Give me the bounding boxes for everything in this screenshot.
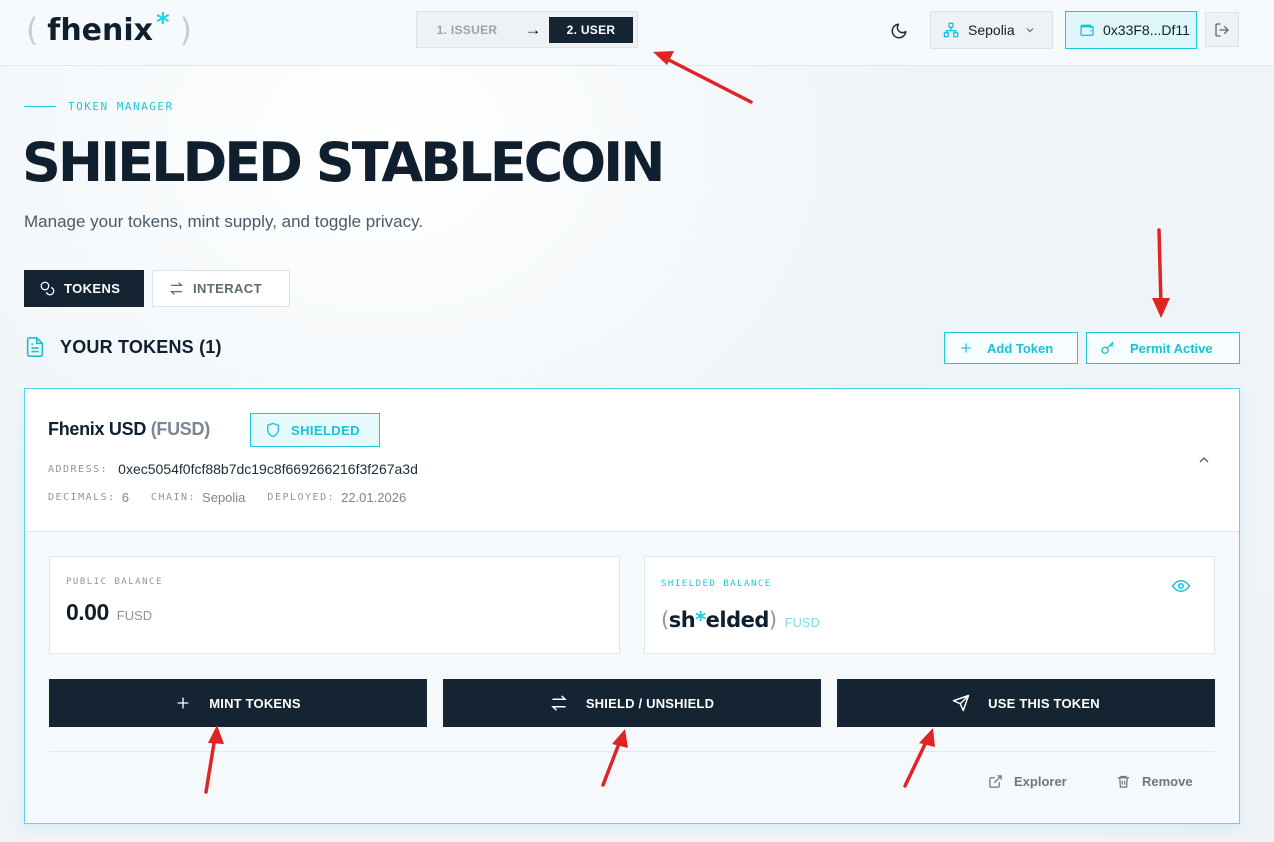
logo-word: fhenix bbox=[47, 12, 154, 48]
top-bar: ( fhenix * ) 1. ISSUER → 2. USER Sepolia… bbox=[0, 0, 1274, 66]
explorer-link[interactable]: Explorer bbox=[988, 774, 1067, 789]
main-content: TOKEN MANAGER SHIELDED STABLECOIN Manage… bbox=[0, 66, 1274, 842]
chevron-down-icon bbox=[1026, 28, 1034, 33]
network-selector[interactable]: Sepolia bbox=[930, 11, 1053, 49]
logo-star: * bbox=[155, 8, 171, 38]
shield-unshield-button[interactable]: SHIELD / UNSHIELD bbox=[443, 679, 821, 727]
step-arrow: → bbox=[524, 19, 542, 39]
trash-icon bbox=[1117, 775, 1130, 788]
wallet-icon bbox=[1080, 24, 1094, 36]
token-address-row: ADDRESS: 0xec5054f0fcf88b7dc19c8f6692662… bbox=[48, 461, 418, 477]
eyebrow-line bbox=[24, 106, 56, 107]
token-name: Fhenix USD bbox=[48, 419, 147, 439]
key-icon bbox=[1101, 341, 1114, 354]
collapse-button[interactable] bbox=[1193, 449, 1215, 471]
page-title: SHIELDED STABLECOIN bbox=[22, 131, 665, 194]
token-title: Fhenix USD (FUSD) bbox=[48, 419, 210, 440]
step-user[interactable]: 2. USER bbox=[549, 17, 633, 43]
shielded-balance-row: (sh*elded) FUSD bbox=[661, 608, 820, 632]
deployed-label: DEPLOYED: bbox=[267, 492, 336, 503]
tab-tokens-label: TOKENS bbox=[64, 281, 121, 296]
mint-tokens-button[interactable]: MINT TOKENS bbox=[49, 679, 427, 727]
mint-tokens-label: MINT TOKENS bbox=[209, 695, 301, 711]
moon-icon bbox=[891, 23, 907, 39]
network-label: Sepolia bbox=[968, 22, 1015, 38]
use-this-token-label: USE THIS TOKEN bbox=[988, 695, 1100, 711]
remove-label: Remove bbox=[1142, 774, 1193, 789]
page-eyebrow: TOKEN MANAGER bbox=[24, 100, 174, 113]
wallet-address: 0x33F8...Df11 bbox=[1103, 22, 1190, 38]
token-symbol: (FUSD) bbox=[150, 419, 210, 439]
tokens-section-header: YOUR TOKENS (1) bbox=[24, 336, 222, 358]
deployed-item: DEPLOYED: 22.01.2026 bbox=[267, 490, 406, 505]
token-address[interactable]: 0xec5054f0fcf88b7dc19c8f669266216f3f267a… bbox=[118, 461, 418, 477]
chain-label: CHAIN: bbox=[150, 492, 197, 503]
shielded-badge-label: SHIELDED bbox=[291, 422, 360, 438]
plus-icon bbox=[177, 697, 189, 709]
tab-interact-label: INTERACT bbox=[193, 281, 262, 296]
logo-open-paren: ( bbox=[22, 11, 42, 49]
plus-icon bbox=[961, 343, 971, 353]
page-subtitle: Manage your tokens, mint supply, and tog… bbox=[24, 212, 424, 231]
shielded-balance-label: SHIELDED BALANCE bbox=[661, 579, 772, 589]
shield-icon bbox=[267, 422, 279, 438]
use-this-token-button[interactable]: USE THIS TOKEN bbox=[837, 679, 1215, 727]
theme-toggle-button[interactable] bbox=[886, 18, 912, 44]
role-stepper: 1. ISSUER → 2. USER bbox=[416, 11, 638, 48]
explorer-label: Explorer bbox=[1014, 774, 1067, 789]
token-card: Fhenix USD (FUSD) SHIELDED ADDRESS: 0xec… bbox=[24, 388, 1240, 824]
card-footer-divider bbox=[49, 751, 1215, 752]
public-balance-row: 0.00 FUSD bbox=[66, 599, 152, 626]
send-icon bbox=[952, 694, 970, 712]
logout-button[interactable] bbox=[1205, 12, 1239, 47]
public-balance-panel: PUBLIC BALANCE 0.00 FUSD bbox=[49, 556, 620, 654]
decimals-item: DECIMALS: 6 bbox=[48, 490, 129, 505]
chain-item: CHAIN: Sepolia bbox=[151, 490, 246, 505]
decimals-value: 6 bbox=[121, 490, 129, 505]
shielded-balance-unit: FUSD bbox=[784, 615, 820, 630]
coins-icon bbox=[40, 281, 55, 296]
external-link-icon bbox=[989, 775, 1002, 788]
address-label: ADDRESS: bbox=[48, 463, 109, 475]
section-title: YOUR TOKENS (1) bbox=[60, 336, 222, 357]
wallet-button[interactable]: 0x33F8...Df11 bbox=[1065, 11, 1197, 49]
shielded-badge: SHIELDED bbox=[250, 413, 380, 447]
token-card-header[interactable]: Fhenix USD (FUSD) SHIELDED ADDRESS: 0xec… bbox=[25, 389, 1239, 532]
step-issuer[interactable]: 1. ISSUER bbox=[417, 23, 517, 37]
tab-interact[interactable]: INTERACT bbox=[152, 270, 290, 307]
add-token-button[interactable]: Add Token bbox=[944, 332, 1078, 364]
eyebrow-text: TOKEN MANAGER bbox=[68, 100, 174, 113]
tab-tokens[interactable]: TOKENS bbox=[24, 270, 144, 307]
fhenix-logo[interactable]: ( fhenix * ) bbox=[22, 8, 196, 49]
swap-icon bbox=[551, 695, 567, 711]
deployed-value: 22.01.2026 bbox=[341, 490, 407, 505]
public-balance-value: 0.00 bbox=[66, 599, 109, 625]
public-balance-label: PUBLIC BALANCE bbox=[66, 577, 163, 587]
add-token-label: Add Token bbox=[987, 340, 1054, 356]
permit-active-button[interactable]: Permit Active bbox=[1086, 332, 1240, 364]
public-balance-unit: FUSD bbox=[116, 608, 153, 623]
network-icon bbox=[943, 22, 959, 38]
tab-bar: TOKENS INTERACT bbox=[24, 270, 290, 307]
shielded-balance-panel: SHIELDED BALANCE (sh*elded) FUSD bbox=[644, 556, 1215, 654]
token-card-body: PUBLIC BALANCE 0.00 FUSD SHIELDED BALANC… bbox=[25, 532, 1239, 823]
remove-link[interactable]: Remove bbox=[1116, 774, 1193, 789]
chain-value: Sepolia bbox=[202, 490, 246, 505]
shielded-balance-value: (sh*elded) bbox=[661, 608, 777, 632]
document-icon bbox=[26, 337, 44, 357]
token-meta-row: DECIMALS: 6 CHAIN: Sepolia DEPLOYED: 22.… bbox=[48, 490, 428, 505]
permit-label: Permit Active bbox=[1130, 340, 1213, 356]
logout-icon bbox=[1215, 22, 1229, 37]
decimals-label: DECIMALS: bbox=[48, 492, 116, 503]
chevron-up-icon bbox=[1199, 456, 1209, 463]
eye-icon[interactable] bbox=[1172, 577, 1190, 595]
shield-unshield-label: SHIELD / UNSHIELD bbox=[585, 695, 715, 711]
swap-icon bbox=[169, 282, 184, 295]
logo-close-paren: ) bbox=[176, 11, 196, 49]
